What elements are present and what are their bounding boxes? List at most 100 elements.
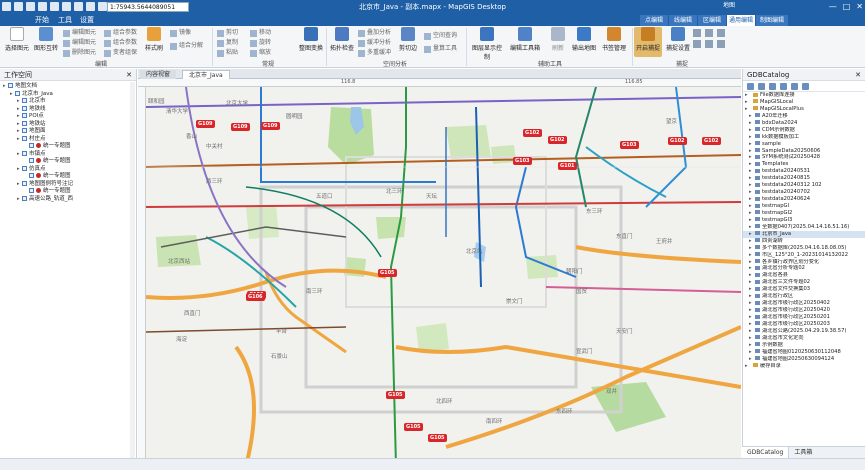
layer-visibility-checkbox[interactable] [29,173,34,178]
snap-endpoint-icon[interactable] [693,40,701,48]
minimize-button[interactable]: — [829,2,837,11]
workspace-tree-item[interactable]: ▸ POI点 [0,113,136,121]
expand-arrow-icon[interactable]: ▸ [749,161,752,168]
expand-arrow-icon[interactable]: ▸ [749,189,752,196]
layer-display-button[interactable]: 图层显示控制 [470,27,504,61]
catalog-tree-item[interactable]: ▸ 北京市_Java [743,230,865,238]
catalog-tree-item[interactable]: ▸ CDM示例数据 [743,127,865,134]
close-icon[interactable]: ✕ [855,69,861,81]
browse-icon[interactable] [791,83,798,90]
tab-map-beijing[interactable]: 北京市_Java [182,70,230,79]
edit-feature-2-button[interactable]: 编辑图元 [63,39,96,47]
catalog-tree-item[interactable]: ▸ testdata20240702 [743,189,865,196]
catalog-tree-item[interactable]: ▸ MapGISLocal [743,99,865,106]
workspace-tree-item[interactable]: ▸ 仿真点 [0,165,136,174]
move-button[interactable]: 移动 [250,29,271,37]
tab-general-edit[interactable]: 通用编辑 [727,15,755,26]
expand-arrow-icon[interactable]: ▸ [749,120,752,127]
workspace-tree-item[interactable]: ▸ 村庄点 [0,135,136,144]
catalog-tree-item[interactable]: ▸ 湖北省市级行政区20250420 [743,307,865,314]
workspace-tree-item[interactable]: 统一专题图 [0,158,136,166]
snap-vertex-icon[interactable] [693,29,701,37]
expand-arrow-icon[interactable]: ▸ [749,335,752,342]
mirror-button[interactable]: 镜像 [170,29,191,37]
catalog-tree-item[interactable]: ▸ 湖北省市文化定向 [743,335,865,342]
workspace-tree-item[interactable]: ▸ 地图图例符号注记 [0,180,136,189]
expand-arrow-icon[interactable]: ▸ [745,363,748,370]
layer-visibility-checkbox[interactable] [22,98,27,103]
catalog-tree-item[interactable]: ▸ 多个数据库(2025.04.16.18.08.05) [743,245,865,252]
catalog-tree-item[interactable]: ▸ testdata20240624 [743,196,865,203]
copy-button[interactable]: 复制 [217,39,238,47]
expand-arrow-icon[interactable]: ▸ [749,265,752,272]
expand-arrow-icon[interactable]: ▸ [749,356,752,363]
catalog-tree-item[interactable]: ▸ 市区_125°20_1-20231014132022 [743,252,865,259]
layer-visibility-checkbox[interactable] [22,135,27,141]
catalog-tree-item[interactable]: ▸ 缓存目录 [743,363,865,370]
catalog-tree-item[interactable]: ▸ 湖北省各县 [743,272,865,279]
expand-arrow-icon[interactable]: ▸ [749,238,752,245]
layer-visibility-checkbox[interactable] [22,105,27,111]
layer-visibility-checkbox[interactable] [22,128,27,133]
catalog-tree-item[interactable]: ▸ SYM系统测试20250428 [743,154,865,161]
search-icon[interactable] [780,83,787,90]
catalog-tree-item[interactable]: ▸ testmapGI [743,203,865,210]
edit-feature-button[interactable]: 编辑图元 [63,29,96,37]
change-group-button[interactable]: 变者组保 [104,49,137,57]
spatial-query-button[interactable]: 空间查询 [424,32,457,40]
select-feature-button[interactable]: 选择图元 [3,27,31,52]
layer-visibility-checkbox[interactable] [8,83,13,88]
workspace-tree-item[interactable]: 统一专题图 [0,173,136,181]
workspace-tree-item[interactable]: ▸ 地铁站 [0,120,136,129]
workspace-tree-item[interactable]: ▸ 地铁线 [0,105,136,114]
map-canvas[interactable]: G109 G109 G109 G102 G102 G103 G101 G103 G102 G102… [146,87,741,466]
whole-transform-button[interactable]: 整图变换 [297,27,325,52]
catalog-tree-item[interactable]: ▸ bdxData2024 [743,120,865,127]
catalog-tree-item[interactable]: ▸ 湖北省市级行政区20250203 [743,321,865,328]
catalog-tree-item[interactable]: ▸ 示例数据 [743,342,865,349]
expand-arrow-icon[interactable]: ▸ [749,300,752,307]
expand-arrow-icon[interactable]: ▸ [749,272,752,279]
expand-arrow-icon[interactable]: ▸ [749,210,752,217]
snap-perpendicular-icon[interactable] [717,40,725,48]
snap-edge-icon[interactable] [705,29,713,37]
catalog-tree-item[interactable]: ▸ 湖北省分析专题02 [743,265,865,272]
catalog-tree-item[interactable]: ▸ testmapGI3 [743,217,865,224]
catalog-tree-item[interactable]: ▸ 福建省地图20250630094124 [743,356,865,363]
snap-intersection-icon[interactable] [705,40,713,48]
menu-tools[interactable]: 工具 [58,15,72,25]
expand-arrow-icon[interactable]: ▸ [745,92,748,99]
menu-start[interactable]: 开始 [35,15,49,25]
expand-arrow-icon[interactable]: ▸ [749,293,752,300]
measure-tools-button[interactable]: 量算工具 [424,45,457,53]
expand-arrow-icon[interactable]: ▸ [749,113,752,120]
catalog-tree-item[interactable]: ▸ 全数据0407(2025.04.14.16.51.16) [743,224,865,231]
close-icon[interactable]: ✕ [126,69,132,81]
expand-arrow-icon[interactable]: ▸ [749,279,752,286]
expand-arrow-icon[interactable]: ▸ [749,349,752,356]
layer-visibility-checkbox[interactable] [29,143,34,148]
layer-visibility-checkbox[interactable] [15,90,20,96]
catalog-tree-item[interactable]: ▸ testdata20240815 [743,175,865,182]
layer-visibility-checkbox[interactable] [22,195,27,201]
catalog-tree-item[interactable]: ▸ testdata20240531 [743,168,865,175]
catalog-tree-item[interactable]: ▸ 福建省地图0120250630112048 [743,349,865,356]
layer-visibility-checkbox[interactable] [29,158,34,163]
workspace-tree-item[interactable]: 统一专题图 [0,143,136,151]
workspace-tree-item[interactable]: ▸ 市镇点 [0,150,136,159]
catalog-tree-item[interactable]: ▸ testdata20240312 102 [743,182,865,189]
cut-button[interactable]: 剪切 [217,29,238,37]
expand-arrow-icon[interactable]: ▸ [749,127,752,134]
style-brush-button[interactable]: 样式刷 [140,27,168,52]
expand-arrow-icon[interactable]: ▸ [749,217,752,224]
filter-icon[interactable] [802,83,809,90]
expand-arrow-icon[interactable]: ▸ [749,252,752,259]
workspace-scrollbar[interactable] [130,82,135,469]
expand-arrow-icon[interactable]: ▸ [749,148,752,155]
expand-arrow-icon[interactable]: ▸ [749,342,752,349]
catalog-tree-item[interactable]: ▸ testmapGI2 [743,210,865,217]
expand-arrow-icon[interactable]: ▸ [745,99,748,106]
expand-arrow-icon[interactable]: ▸ [749,286,752,293]
workspace-tree-item[interactable]: ▸ 北京市 [0,98,136,106]
tab-carto-edit[interactable]: 制图编辑 [756,15,788,26]
